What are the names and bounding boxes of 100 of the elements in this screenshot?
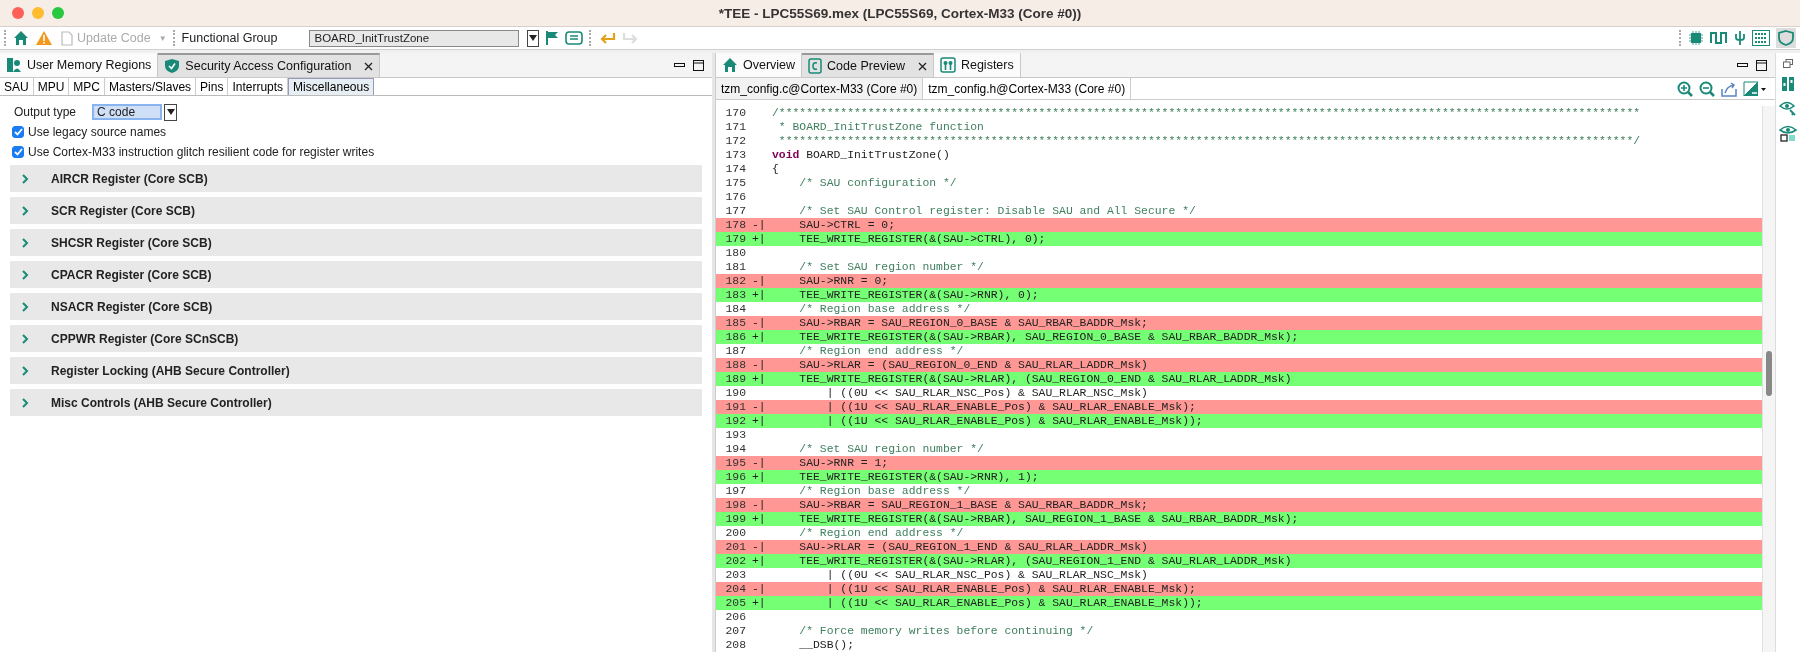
panel-tab[interactable]: User Memory Regions — [0, 53, 159, 77]
scrollbar-thumb[interactable] — [1766, 351, 1772, 396]
undo-arrow-icon[interactable] — [598, 30, 617, 46]
zoom-out-icon[interactable] — [1699, 80, 1715, 97]
diff-marker: +| — [751, 554, 767, 568]
sub-tab[interactable]: Miscellaneous — [288, 78, 375, 95]
chip-icon[interactable] — [1688, 30, 1704, 46]
columns-icon[interactable] — [1781, 76, 1795, 92]
panel-tab[interactable]: Registers — [933, 53, 1021, 77]
zoom-in-icon[interactable] — [1677, 80, 1693, 97]
code-comment: /* Region end address */ — [798, 526, 964, 540]
dropdown-arrow-icon — [529, 35, 538, 41]
line-number: 175 — [724, 176, 747, 190]
line-number: 180 — [724, 246, 747, 260]
pulse-wave-icon[interactable] — [1710, 30, 1728, 46]
close-window-button[interactable] — [12, 7, 24, 19]
diff-marker: +| — [751, 414, 767, 428]
diff-marker: +| — [751, 470, 767, 484]
code-text: SAU->RLAR = (SAU_REGION_0_END & SAU_RLAR_LADDR_Msk) — [798, 358, 1148, 372]
code-text: | ((1U << SAU_RLAR_ENABLE_Pos) & SAU_RLAR_ENABLE_Msk)); — [825, 414, 1203, 428]
section-header[interactable]: SCR Register (Core SCB) — [10, 197, 702, 224]
code-comment: *****************************************************************************************************************************/ — [777, 134, 1641, 148]
binary-grid-icon[interactable] — [1752, 30, 1770, 46]
line-number: 182 — [724, 274, 747, 288]
section-header[interactable]: NSACR Register (Core SCB) — [10, 293, 702, 320]
section-header[interactable]: Misc Controls (AHB Secure Controller) — [10, 389, 702, 416]
code-comment: /* Set SAU Control register: Disable SAU and All Secure */ — [798, 204, 1196, 218]
line-number: 178 — [724, 218, 747, 232]
code-comment: /****************************************************************************************************************************** — [772, 106, 1641, 120]
section-header[interactable]: CPACR Register (Core SCB) — [10, 261, 702, 288]
maximize-icon[interactable] — [693, 59, 704, 71]
diff-marker: -| — [751, 400, 767, 414]
export-icon[interactable] — [1721, 80, 1737, 97]
close-icon[interactable] — [364, 61, 374, 71]
diff-marker: +| — [751, 288, 767, 302]
code-text: TEE_WRITE_REGISTER(&(SAU->RLAR), (SAU_REGION_0_END & SAU_RLAR_LADDR_Msk) — [798, 372, 1292, 386]
diff-marker: -| — [751, 456, 767, 470]
section-header[interactable]: SHCSR Register (Core SCB) — [10, 229, 702, 256]
flag-icon[interactable] — [545, 30, 560, 46]
close-icon[interactable] — [917, 61, 927, 71]
diff-marker: -| — [751, 358, 767, 372]
line-number: 181 — [724, 260, 747, 274]
diff-marker: +| — [751, 232, 767, 246]
minimize-icon[interactable] — [674, 61, 685, 69]
file-tab[interactable]: tzm_config.c@Cortex-M33 (Core #0) — [716, 78, 924, 99]
code-text: | ((0U << SAU_RLAR_NSC_Pos) & SAU_RLAR_NSC_Msk) — [825, 386, 1148, 400]
line-number: 196 — [724, 470, 747, 484]
line-number: 203 — [724, 568, 747, 582]
code-text: | ((1U << SAU_RLAR_ENABLE_Pos) & SAU_RLAR_ENABLE_Msk); — [825, 400, 1196, 414]
maximize-icon[interactable] — [1756, 59, 1767, 71]
code-text: TEE_WRITE_REGISTER(&(SAU->RLAR), (SAU_REGION_1_END & SAU_RLAR_LADDR_Msk) — [798, 554, 1292, 568]
code-text: SAU->RBAR = SAU_REGION_1_BASE & SAU_RBAR_BADDR_Msk; — [798, 498, 1148, 512]
restore-icon[interactable] — [1783, 59, 1793, 68]
line-number: 200 — [724, 526, 747, 540]
diff-marker: +| — [751, 372, 767, 386]
section-header[interactable]: AIRCR Register (Core SCB) — [10, 165, 702, 192]
list-icon[interactable] — [565, 30, 584, 46]
code-comment: /* Set SAU region number */ — [798, 442, 984, 456]
diff-marker: -| — [751, 582, 767, 596]
line-number: 195 — [724, 456, 747, 470]
field-label: Output type — [14, 105, 77, 119]
section-header[interactable]: CPPWR Register (Core SCnSCB) — [10, 325, 702, 352]
line-number: 191 — [724, 400, 747, 414]
diff-toggle-icon[interactable] — [1743, 80, 1767, 97]
panel-tab[interactable]: Security Access Configuration — [158, 53, 381, 77]
code-comment: /* Region end address */ — [798, 344, 964, 358]
line-number: 208 — [724, 638, 747, 652]
output-type-field[interactable]: C code — [92, 104, 163, 120]
diff-marker: -| — [751, 540, 767, 554]
home-icon[interactable] — [13, 30, 29, 46]
field-label: Functional Group — [181, 31, 278, 45]
eye-key-icon[interactable] — [1779, 100, 1797, 116]
shield-icon[interactable] — [1778, 30, 1794, 46]
line-number: 194 — [724, 442, 747, 456]
checkbox[interactable] — [12, 126, 24, 138]
eye-shapes-icon[interactable] — [1779, 124, 1797, 142]
line-number: 185 — [724, 316, 747, 330]
code-text: TEE_WRITE_REGISTER(&(SAU->RBAR), SAU_REGION_0_BASE & SAU_RBAR_BADDR_Msk); — [798, 330, 1299, 344]
plug-icon[interactable] — [1734, 30, 1746, 46]
functional-group-dropdown[interactable]: BOARD_InitTrustZone — [309, 29, 520, 47]
code-text: __DSB(); — [798, 638, 855, 652]
minimize-icon[interactable] — [1737, 61, 1748, 69]
code-comment: /* SAU configuration */ — [798, 176, 957, 190]
line-number: 204 — [724, 582, 747, 596]
checkbox[interactable] — [12, 146, 24, 158]
panel-tab[interactable]: Overview — [716, 53, 803, 77]
diff-marker: -| — [751, 316, 767, 330]
section-header[interactable]: Register Locking (AHB Secure Controller) — [10, 357, 702, 384]
code-text: BOARD_InitTrustZone() — [806, 148, 950, 162]
dropdown-arrow-icon[interactable] — [166, 109, 175, 115]
line-number: 202 — [724, 554, 747, 568]
warning-icon[interactable] — [35, 30, 53, 46]
memory-icon — [6, 57, 22, 73]
line-number: 207 — [724, 624, 747, 638]
code-text: SAU->CTRL = 0; — [798, 218, 896, 232]
diff-marker: +| — [751, 512, 767, 526]
code-comment: /* Region base address */ — [798, 484, 971, 498]
line-number: 186 — [724, 330, 747, 344]
line-number: 193 — [724, 428, 747, 442]
panel-tab[interactable]: Code Preview — [802, 53, 934, 77]
